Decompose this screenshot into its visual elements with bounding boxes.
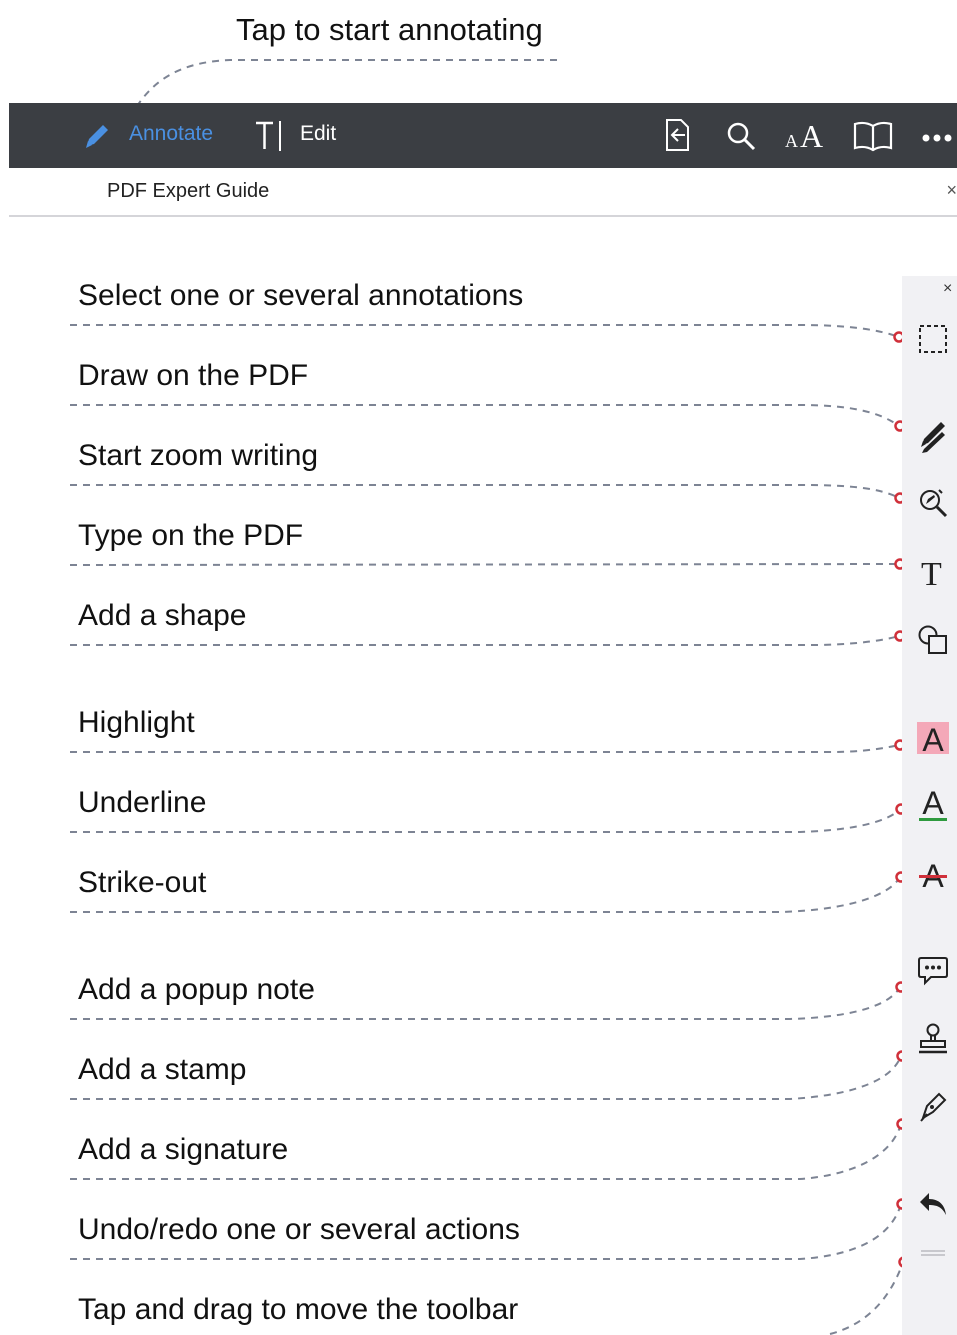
- toolbar-close-icon[interactable]: ×: [943, 280, 952, 298]
- label-stamp: Add a stamp: [78, 1053, 247, 1086]
- drag-handle-icon[interactable]: [916, 1236, 950, 1270]
- font-size-icon[interactable]: AA: [783, 118, 833, 157]
- text-cursor-icon[interactable]: [253, 119, 285, 158]
- label-undo-redo: Undo/redo one or several actions: [78, 1213, 520, 1246]
- strikeout-icon[interactable]: A: [916, 857, 950, 891]
- stamp-icon[interactable]: [916, 1022, 950, 1056]
- label-zoom-writing: Start zoom writing: [78, 439, 319, 472]
- label-select: Select one or several annotations: [78, 279, 524, 312]
- document-tab-bar: PDF Expert Guide ×: [9, 168, 957, 217]
- signature-icon[interactable]: [916, 1090, 950, 1124]
- svg-text:A: A: [922, 786, 944, 821]
- underline-icon[interactable]: A: [916, 786, 950, 821]
- label-drag-toolbar: Tap and drag to move the toolbar: [78, 1293, 519, 1326]
- svg-text:A: A: [922, 722, 944, 754]
- shape-icon[interactable]: [916, 623, 950, 657]
- more-icon[interactable]: [921, 130, 955, 148]
- label-underline: Underline: [78, 786, 207, 819]
- edit-tab[interactable]: Edit: [300, 122, 336, 146]
- svg-text:A: A: [922, 858, 944, 890]
- label-type: Type on the PDF: [78, 519, 304, 552]
- svg-text:T: T: [921, 556, 942, 589]
- label-shape: Add a shape: [78, 599, 247, 632]
- zoom-writing-icon[interactable]: [916, 486, 950, 520]
- label-highlight: Highlight: [78, 706, 195, 739]
- close-icon[interactable]: ×: [946, 180, 957, 201]
- popup-note-icon[interactable]: [916, 954, 950, 988]
- label-popup-note: Add a popup note: [78, 973, 315, 1006]
- undo-icon[interactable]: [916, 1188, 950, 1222]
- annotate-tab[interactable]: Annotate: [129, 122, 213, 146]
- pen-icon[interactable]: [916, 418, 950, 453]
- annotation-toolbar: × T A A A: [902, 276, 957, 1335]
- selection-icon[interactable]: [916, 322, 950, 356]
- svg-text:A: A: [785, 131, 798, 151]
- label-signature: Add a signature: [78, 1133, 289, 1166]
- search-icon[interactable]: [725, 120, 757, 157]
- document-title[interactable]: PDF Expert Guide: [107, 180, 269, 203]
- label-strikeout: Strike-out: [78, 866, 207, 899]
- highlight-icon[interactable]: A: [916, 721, 950, 755]
- top-toolbar: Annotate Edit AA: [9, 103, 957, 168]
- top-hint-label: Tap to start annotating: [236, 12, 543, 47]
- svg-text:A: A: [800, 118, 823, 152]
- book-icon[interactable]: [852, 120, 894, 157]
- text-icon[interactable]: T: [916, 555, 950, 589]
- export-icon[interactable]: [663, 118, 693, 157]
- pencil-icon[interactable]: [81, 120, 113, 157]
- label-draw: Draw on the PDF: [78, 359, 309, 392]
